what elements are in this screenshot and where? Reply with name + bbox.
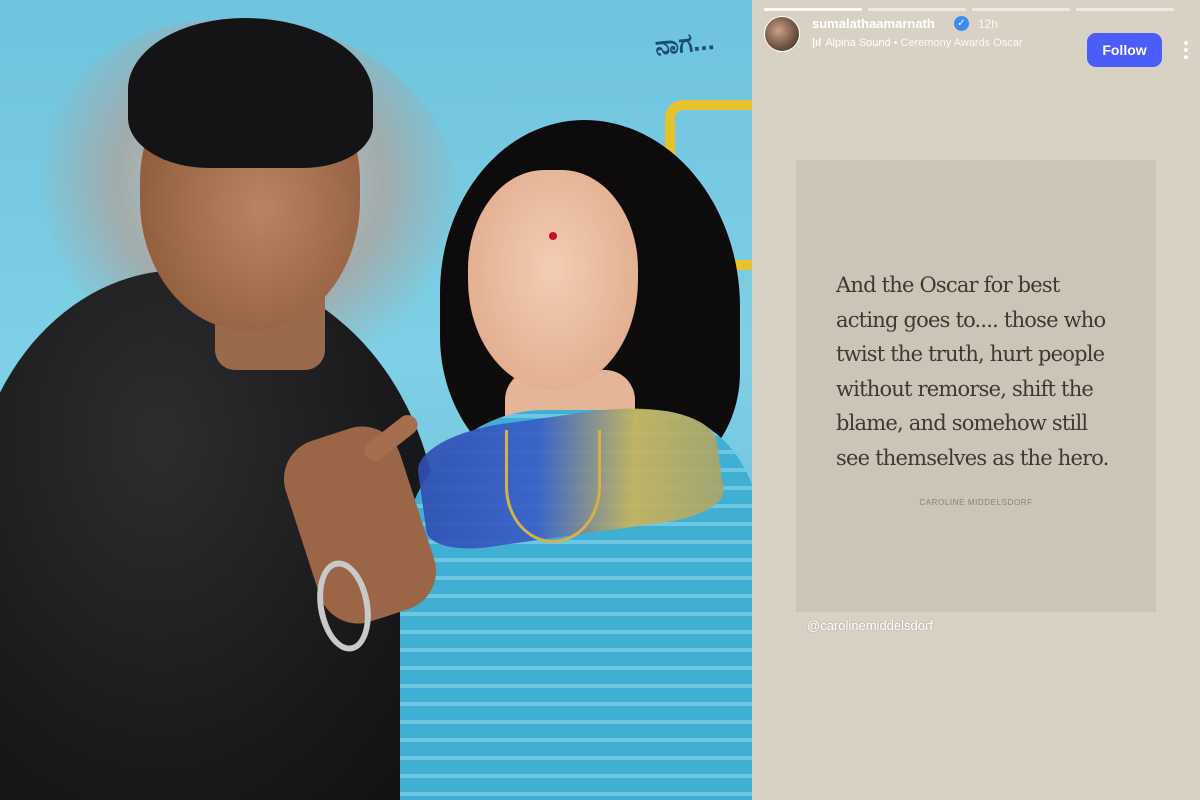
audio-attribution[interactable]: |ıl Alpina Sound • Ceremony Awards Oscar [812,37,1023,49]
story-progress-segment [1076,8,1174,11]
photo-panel: ನಾಗ... [0,0,752,800]
avatar[interactable] [764,16,800,52]
quote-line: twist the truth, hurt people [836,342,1105,366]
more-vertical-icon[interactable] [1176,33,1196,67]
audio-song: Ceremony Awards Oscar [900,37,1023,49]
story-progress-segment [868,8,966,11]
quote-text: And the Oscar for best acting goes to...… [836,268,1136,475]
verified-badge-icon: ✓ [954,16,969,31]
audio-bars-icon: |ıl [812,37,822,49]
quote-line: see themselves as the hero. [836,445,1109,470]
follow-button[interactable]: Follow [1087,33,1162,67]
quote-line: blame, and somehow still [836,411,1088,435]
username[interactable]: sumalathaamarnath [812,16,935,31]
story-progress-segment [764,8,862,11]
audio-separator: • [893,37,898,49]
quote-line: without remorse, shift the [836,376,1094,401]
story-header: sumalathaamarnath ✓ 12h |ıl Alpina Sound •… [764,16,1188,67]
story-panel: sumalathaamarnath ✓ 12h |ıl Alpina Sound •… [752,0,1200,800]
poster-text: ನಾಗ... [653,24,716,62]
story-progress-segment [972,8,1070,11]
woman-face [468,170,638,390]
mention-sticker[interactable]: @carolinemiddelsdorf [807,618,933,633]
audio-artist: Alpina Sound [825,37,891,49]
quote-line: acting goes to.... those who [836,307,1106,332]
quote-card: And the Oscar for best acting goes to...… [796,160,1156,612]
quote-line: And the Oscar for best [836,273,1060,297]
necklace [505,430,601,543]
time-ago: 12h [978,17,999,31]
quote-author: CAROLINE MIDDELSDORF [919,498,1033,507]
bindi [549,232,557,240]
